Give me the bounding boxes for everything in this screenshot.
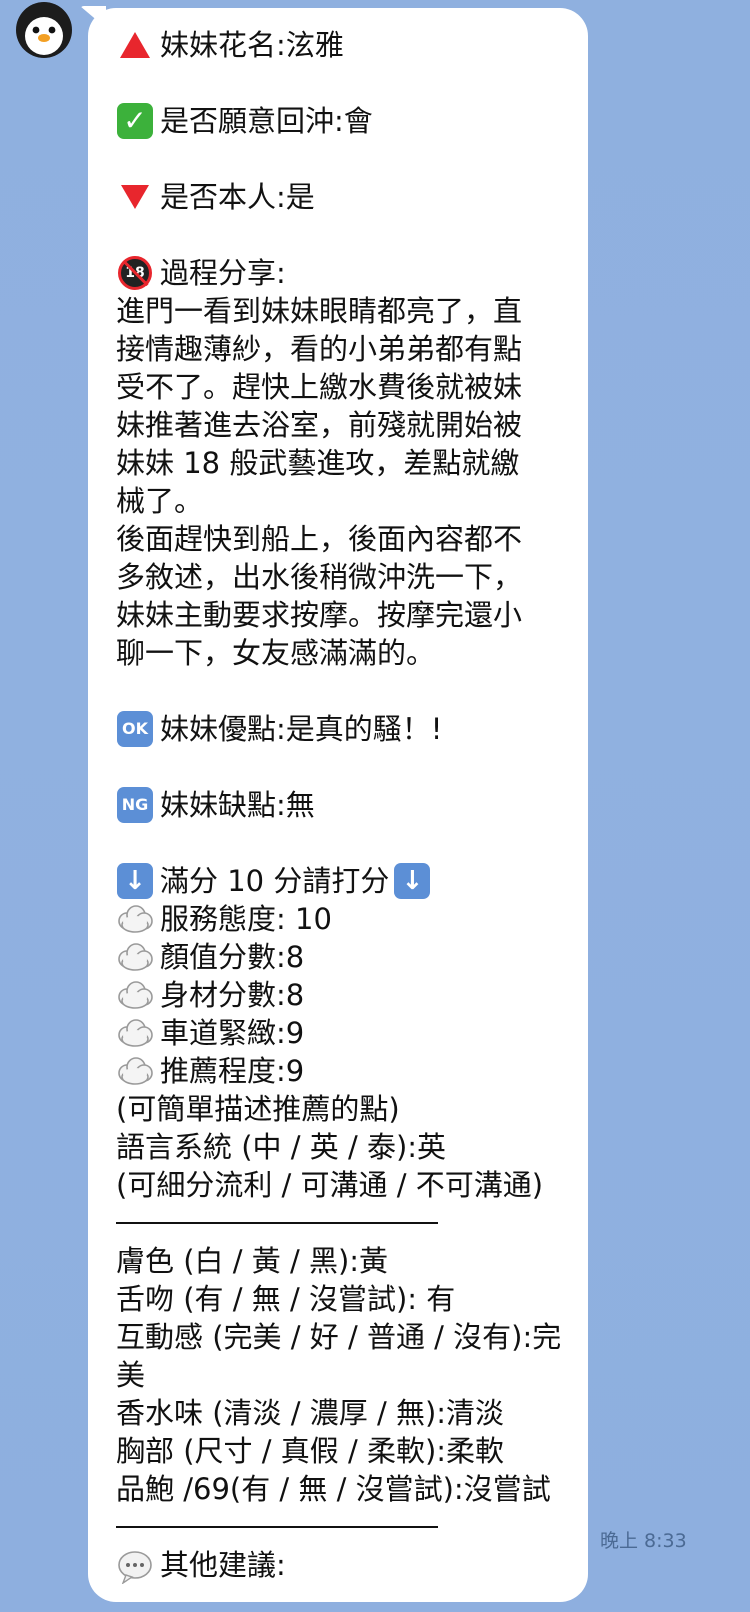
thought-balloon-icon bbox=[116, 1052, 154, 1090]
message-line: 身材分數:8 bbox=[116, 976, 588, 1014]
message-line-text: 多敘述，出水後稍微沖洗一下， bbox=[116, 560, 523, 594]
message-line: 械了。 bbox=[116, 482, 588, 520]
message-line-text: 舌吻 (有 / 無 / 沒嘗試): 有 bbox=[116, 1282, 456, 1316]
message-line: 其他建議: bbox=[116, 1546, 588, 1584]
message-line: 舌吻 (有 / 無 / 沒嘗試): 有 bbox=[116, 1280, 588, 1318]
message-line-text: 品鮑 /69(有 / 無 / 沒嘗試):沒嘗試 bbox=[116, 1472, 551, 1506]
message-line: 後面趕快到船上，後面內容都不 bbox=[116, 520, 588, 558]
thought-balloon-icon bbox=[116, 1014, 154, 1052]
message-bubble[interactable]: 妹妹花名:泫雅 ✓ 是否願意回沖:會 是否本人:是 18 過程分享: 進門一看到妹妹眼睛都亮… bbox=[88, 8, 588, 1602]
message-line: 受不了。趕快上繳水費後就被妹 bbox=[116, 368, 588, 406]
message-line: 香水味 (清淡 / 濃厚 / 無):清淡 bbox=[116, 1394, 588, 1432]
message-line: 顏值分數:8 bbox=[116, 938, 588, 976]
message-line: 妹妹主動要求按摩。按摩完還小 bbox=[116, 596, 588, 634]
message-line-text: 互動感 (完美 / 好 / 普通 / 沒有):完 bbox=[116, 1320, 562, 1354]
message-line: 美 bbox=[116, 1356, 588, 1394]
message-line: 進門一看到妹妹眼睛都亮了，直 bbox=[116, 292, 588, 330]
message-line-text: 胸部 (尺寸 / 真假 / 柔軟):柔軟 bbox=[116, 1434, 505, 1468]
check-mark-icon: ✓ bbox=[116, 102, 154, 140]
message-line-text: 滿分 10 分請打分 bbox=[160, 864, 390, 898]
message-line-text: (可簡單描述推薦的點) bbox=[116, 1092, 400, 1126]
message-line-text: 受不了。趕快上繳水費後就被妹 bbox=[116, 370, 523, 404]
message-line: 推薦程度:9 bbox=[116, 1052, 588, 1090]
message-line-text: 膚色 (白 / 黃 / 黑):黃 bbox=[116, 1244, 389, 1278]
message-line-text: 其他建議: bbox=[160, 1548, 286, 1582]
message-line-text: 後面趕快到船上，後面內容都不 bbox=[116, 522, 523, 556]
message-line-text: (可細分流利 / 可溝通 / 不可溝通) bbox=[116, 1168, 544, 1202]
message-line: 妹妹花名:泫雅 bbox=[116, 26, 588, 64]
message-line: 胸部 (尺寸 / 真假 / 柔軟):柔軟 bbox=[116, 1432, 588, 1470]
message-line: OK 妹妹優點:是真的騷！! bbox=[116, 710, 588, 748]
message-line-text: 妹妹主動要求按摩。按摩完還小 bbox=[116, 598, 523, 632]
message-line-text: 車道緊緻:9 bbox=[160, 1016, 305, 1050]
ng-button-icon: NG bbox=[116, 786, 154, 824]
message-line-text: 香水味 (清淡 / 濃厚 / 無):清淡 bbox=[116, 1396, 505, 1430]
red-triangle-down-icon bbox=[116, 178, 154, 216]
message-line: 互動感 (完美 / 好 / 普通 / 沒有):完 bbox=[116, 1318, 588, 1356]
message-line-text: 械了。 bbox=[116, 484, 204, 518]
separator-line bbox=[116, 1204, 588, 1242]
message-line: 接情趣薄紗，看的小弟弟都有點 bbox=[116, 330, 588, 368]
message-line-text: 語言系統 (中 / 英 / 泰):英 bbox=[116, 1130, 447, 1164]
separator-line bbox=[116, 1508, 588, 1546]
message-line-text: 妹妹 18 般武藝進攻，差點就繳 bbox=[116, 446, 520, 480]
message-line: ↓ 滿分 10 分請打分 ↓ bbox=[116, 862, 588, 900]
message-line-text: 妹妹花名:泫雅 bbox=[160, 28, 344, 62]
message-line: 服務態度: 10 bbox=[116, 900, 588, 938]
speech-balloon-icon bbox=[116, 1546, 154, 1584]
down-arrow-icon: ↓ bbox=[393, 862, 431, 900]
message-line: (可細分流利 / 可溝通 / 不可溝通) bbox=[116, 1166, 588, 1204]
no-under-18-icon: 18 bbox=[116, 254, 154, 292]
thought-balloon-icon bbox=[116, 938, 154, 976]
message-line: NG 妹妹缺點:無 bbox=[116, 786, 588, 824]
message-line: 語言系統 (中 / 英 / 泰):英 bbox=[116, 1128, 588, 1166]
message-line: 是否本人:是 bbox=[116, 178, 588, 216]
down-arrow-icon: ↓ bbox=[116, 862, 154, 900]
message-line-text: 進門一看到妹妹眼睛都亮了，直 bbox=[116, 294, 523, 328]
message-line: 聊一下，女友感滿滿的。 bbox=[116, 634, 588, 672]
message-line: 妹推著進去浴室，前殘就開始被 bbox=[116, 406, 588, 444]
message-line-text: 美 bbox=[116, 1358, 146, 1392]
red-triangle-up-icon bbox=[116, 26, 154, 64]
message-line-text: 聊一下，女友感滿滿的。 bbox=[116, 636, 436, 670]
thought-balloon-icon bbox=[116, 900, 154, 938]
message-line-text: 推薦程度:9 bbox=[160, 1054, 305, 1088]
message-line: 車道緊緻:9 bbox=[116, 1014, 588, 1052]
sender-avatar[interactable] bbox=[14, 2, 74, 58]
message-line-text: 妹妹缺點:無 bbox=[160, 788, 315, 822]
message-line: 多敘述，出水後稍微沖洗一下， bbox=[116, 558, 588, 596]
message-line-text: 是否本人:是 bbox=[160, 180, 315, 214]
message-line: 妹妹 18 般武藝進攻，差點就繳 bbox=[116, 444, 588, 482]
thought-balloon-icon bbox=[116, 976, 154, 1014]
message-line-text: 接情趣薄紗，看的小弟弟都有點 bbox=[116, 332, 523, 366]
message-line: 膚色 (白 / 黃 / 黑):黃 bbox=[116, 1242, 588, 1280]
penguin-avatar-icon bbox=[16, 2, 72, 58]
message-line-text: 過程分享: bbox=[160, 256, 286, 290]
message-line-text: 顏值分數:8 bbox=[160, 940, 305, 974]
message-timestamp: 晚上 8:33 bbox=[600, 1530, 687, 1552]
message-line-text: 服務態度: 10 bbox=[160, 902, 332, 936]
message-line: 品鮑 /69(有 / 無 / 沒嘗試):沒嘗試 bbox=[116, 1470, 588, 1508]
message-line-text: 妹妹優點:是真的騷！! bbox=[160, 712, 443, 746]
message-line: ✓ 是否願意回沖:會 bbox=[116, 102, 588, 140]
message-line-text: 妹推著進去浴室，前殘就開始被 bbox=[116, 408, 523, 442]
message-line: (可簡單描述推薦的點) bbox=[116, 1090, 588, 1128]
message-line-text: 是否願意回沖:會 bbox=[160, 104, 373, 138]
ok-button-icon: OK bbox=[116, 710, 154, 748]
message-line-text: 身材分數:8 bbox=[160, 978, 305, 1012]
message-line: 18 過程分享: bbox=[116, 254, 588, 292]
